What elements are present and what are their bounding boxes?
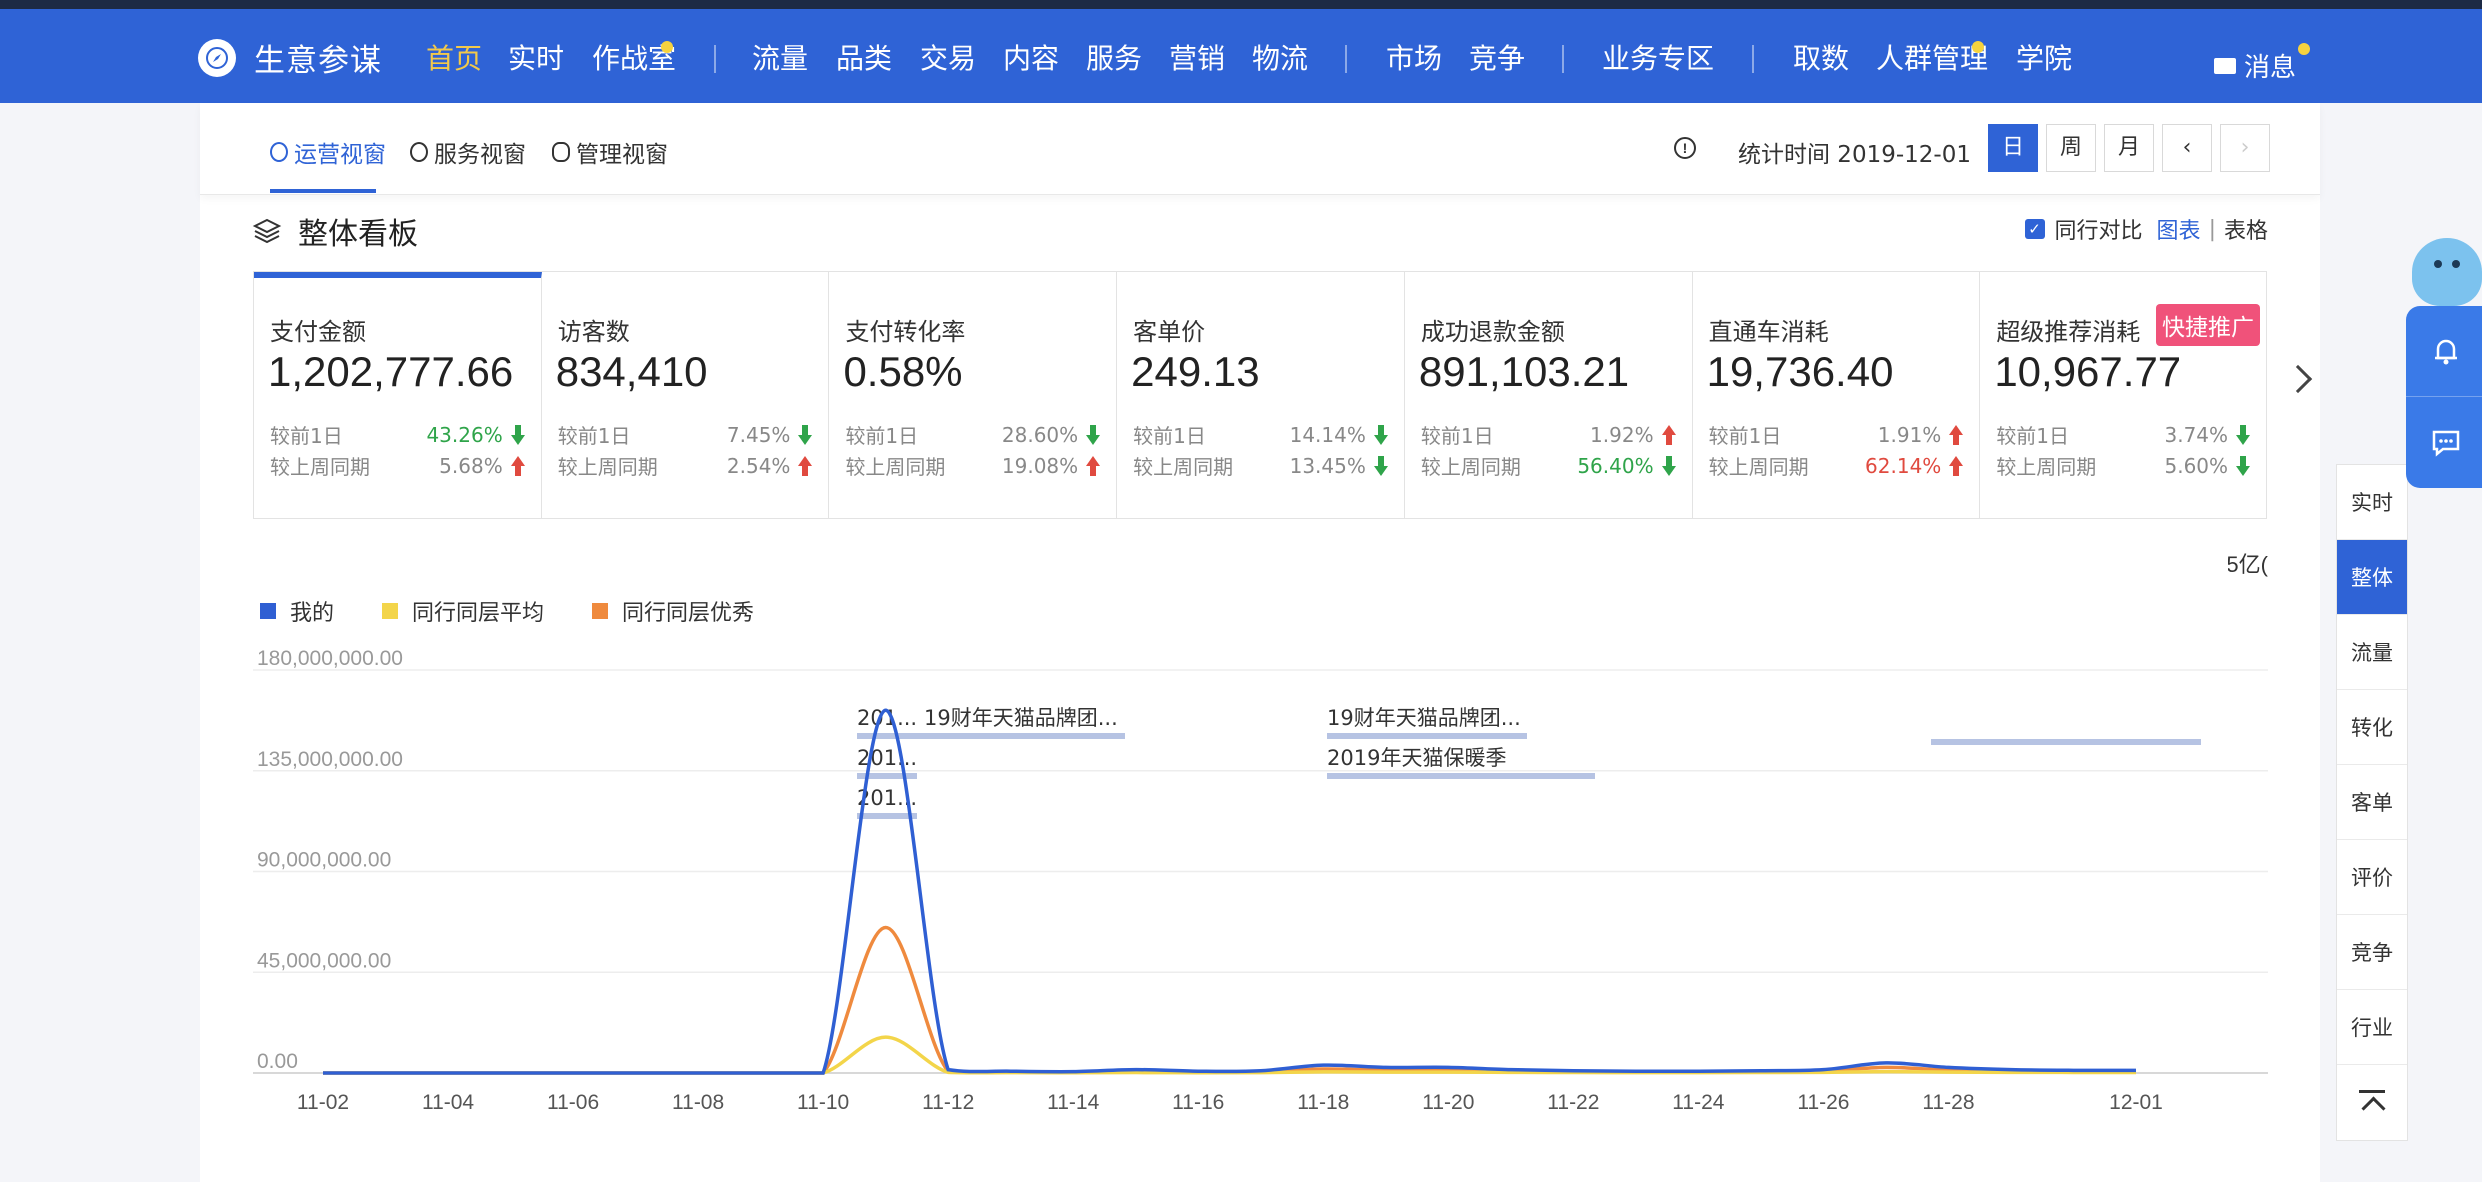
- event-label: 2019年天猫保暖季: [1327, 746, 1506, 770]
- bell-icon[interactable]: [2406, 306, 2482, 397]
- nav-marketing[interactable]: 营销: [1169, 37, 1225, 77]
- nav-divider: [1752, 45, 1754, 73]
- x-tick-label: 11-08: [672, 1091, 724, 1114]
- x-tick-label: 11-12: [922, 1091, 974, 1114]
- nav-logistics[interactable]: 物流: [1252, 37, 1308, 77]
- sidebar-item[interactable]: 实时: [2337, 465, 2407, 540]
- mascot-eye: [2434, 260, 2442, 268]
- y-tick-label: 180,000,000.00: [257, 647, 403, 670]
- nav-category[interactable]: 品类: [836, 37, 892, 77]
- nav-home[interactable]: 首页: [426, 37, 482, 77]
- x-tick-label: 11-26: [1797, 1091, 1849, 1114]
- y-tick-label: 0.00: [257, 1050, 298, 1073]
- section-sidebar: 实时 整体 流量 转化 客单 评价 竞争 行业: [2336, 464, 2408, 1141]
- event-marker: [924, 733, 1125, 739]
- notification-dot: [2298, 43, 2310, 55]
- sidebar-item[interactable]: 评价: [2337, 840, 2407, 915]
- notification-dot: [661, 41, 673, 53]
- envelope-icon: [2214, 57, 2236, 74]
- nav-content[interactable]: 内容: [1003, 37, 1059, 77]
- x-tick-label: 11-28: [1922, 1091, 1974, 1114]
- nav-data-fetch[interactable]: 取数: [1793, 37, 1849, 77]
- event-marker: [1327, 773, 1595, 779]
- x-tick-label: 11-02: [297, 1091, 349, 1114]
- sidebar-item[interactable]: 转化: [2337, 690, 2407, 765]
- sidebar-item[interactable]: 客单: [2337, 765, 2407, 840]
- floating-tools: [2406, 306, 2482, 488]
- x-tick-label: 11-14: [1047, 1091, 1099, 1114]
- nav-crowd-management[interactable]: 人群管理: [1876, 37, 1988, 77]
- nav-business-zone[interactable]: 业务专区: [1602, 37, 1714, 77]
- nav-realtime[interactable]: 实时: [508, 37, 564, 77]
- nav-divider: [1345, 45, 1347, 73]
- x-tick-label: 11-18: [1297, 1091, 1349, 1114]
- event-marker: [857, 733, 932, 739]
- back-to-top-button[interactable]: [2337, 1065, 2407, 1140]
- arrow-up-icon: [2359, 1089, 2385, 1116]
- app-name: 生意参谋: [254, 43, 382, 79]
- series-line-2: [323, 925, 2137, 1075]
- message-button[interactable]: 消息: [2214, 43, 2310, 84]
- nav-academy[interactable]: 学院: [2016, 37, 2072, 77]
- nav-market[interactable]: 市场: [1386, 37, 1442, 77]
- series-line-0: [323, 708, 2137, 1075]
- mascot-eye: [2452, 260, 2460, 268]
- compass-icon: [198, 38, 236, 77]
- x-tick-label: 11-22: [1547, 1091, 1599, 1114]
- line-chart: 180,000,000.00 135,000,000.00 90,000,000.0…: [253, 647, 2268, 1114]
- sidebar-item[interactable]: 行业: [2337, 990, 2407, 1065]
- sidebar-item[interactable]: 流量: [2337, 615, 2407, 690]
- x-tick-label: 11-10: [797, 1091, 849, 1114]
- nav-competition[interactable]: 竞争: [1469, 37, 1525, 77]
- x-tick-label: 11-24: [1672, 1091, 1724, 1114]
- x-tick-label: 11-16: [1172, 1091, 1224, 1114]
- top-nav-bar: 生意参谋 首页 实时 作战室 流量 品类 交易 内容 服务 营销 物流 市场 竞…: [0, 0, 2482, 111]
- nav-traffic[interactable]: 流量: [752, 37, 808, 77]
- y-tick-label: 90,000,000.00: [257, 849, 391, 872]
- event-label: 19财年天猫品牌团...: [924, 706, 1118, 730]
- nav-divider: [714, 45, 716, 73]
- mascot-avatar[interactable]: [2412, 238, 2482, 306]
- x-tick-label: 12-01: [2109, 1091, 2163, 1114]
- nav-trade[interactable]: 交易: [920, 37, 976, 77]
- event-label: 19财年天猫品牌团...: [1327, 706, 1521, 730]
- sidebar-item[interactable]: 竞争: [2337, 915, 2407, 990]
- event-label: 201...: [857, 746, 917, 770]
- main-panel: 运营视窗 服务视窗 管理视窗 ! 统计时间 2019-12-01 日 周 月 ‹…: [200, 103, 2320, 1182]
- y-tick-label: 45,000,000.00: [257, 949, 391, 972]
- chat-icon[interactable]: [2406, 397, 2482, 488]
- brand[interactable]: 生意参谋: [198, 35, 382, 80]
- y-tick-label: 135,000,000.00: [257, 748, 403, 771]
- x-tick-label: 11-20: [1422, 1091, 1474, 1114]
- event-marker: [1327, 733, 1527, 739]
- message-label: 消息: [2244, 53, 2297, 83]
- event-marker: [857, 813, 917, 819]
- event-marker: [1931, 739, 2201, 745]
- nav-service[interactable]: 服务: [1086, 37, 1142, 77]
- notification-dot: [1972, 41, 1984, 53]
- sidebar-item[interactable]: 整体: [2337, 540, 2407, 615]
- x-tick-label: 11-06: [547, 1091, 599, 1114]
- x-tick-label: 11-04: [422, 1091, 474, 1114]
- nav-divider: [1562, 45, 1564, 73]
